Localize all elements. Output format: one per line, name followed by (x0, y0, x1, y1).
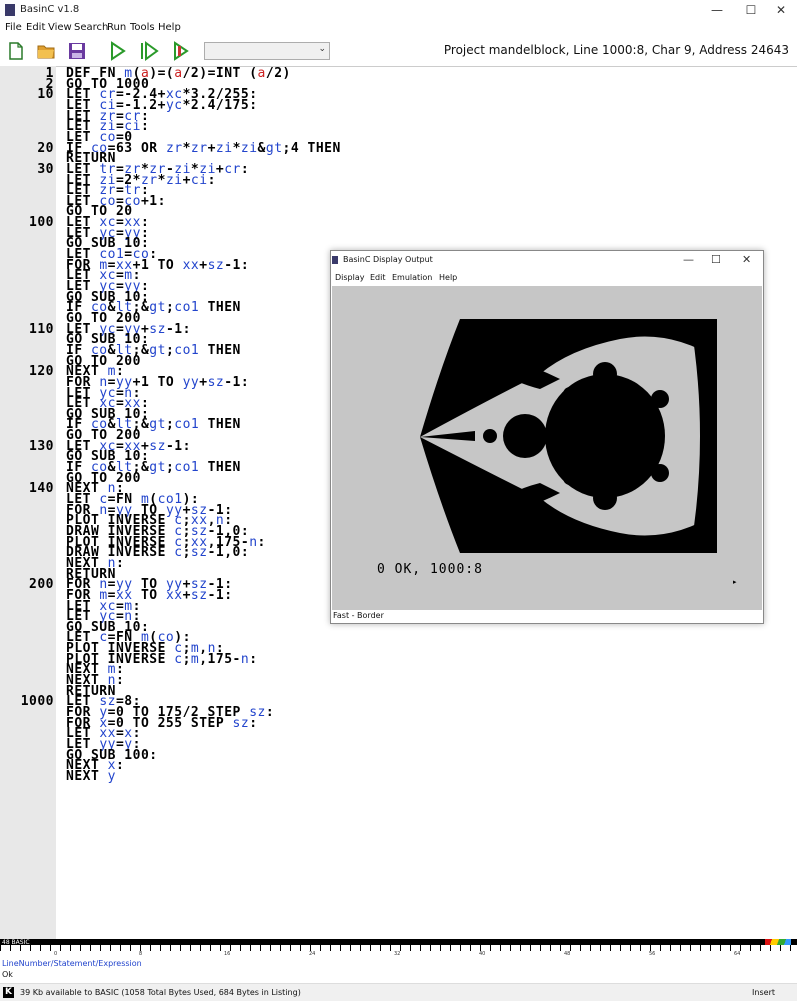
project-info: Project mandelblock, Line 1000:8, Char 9… (443, 43, 789, 57)
display-menu-help[interactable]: Help (439, 273, 457, 282)
app-icon (5, 4, 15, 16)
line-number: 200 (29, 577, 54, 593)
insert-mode: Insert (752, 988, 775, 997)
close-button[interactable]: ✕ (764, 2, 797, 18)
display-menu-emulation[interactable]: Emulation (392, 273, 432, 282)
line-number: 1000 (20, 694, 54, 710)
ruler-number: 0 (54, 951, 58, 957)
menu-bar: File Edit View Search Run Tools Help (0, 20, 797, 36)
step-icon[interactable] (139, 41, 159, 61)
ok-status: Ok (2, 970, 13, 979)
line-number: 140 (29, 481, 54, 497)
ruler-number: 64 (734, 951, 741, 957)
menu-tools[interactable]: Tools (130, 22, 155, 33)
app-icon (332, 256, 338, 264)
syntax-hint: LineNumber/Statement/Expression (2, 959, 142, 968)
spectrum-screen: 0 OK, 1000:8 ▸ (332, 286, 762, 610)
line-number: 30 (37, 161, 54, 177)
ruler-number: 8 (139, 951, 143, 957)
chevron-down-icon: ⌄ (318, 44, 326, 54)
status-bar: K 39 Kb available to BASIC (1058 Total B… (0, 983, 797, 1001)
menu-search[interactable]: Search (74, 22, 108, 33)
menu-view[interactable]: View (48, 22, 72, 33)
menu-run[interactable]: Run (107, 22, 126, 33)
line-number: 110 (29, 321, 54, 337)
run-icon[interactable] (107, 41, 127, 61)
display-menu-display[interactable]: Display (335, 273, 365, 282)
display-maximize-button[interactable]: ☐ (711, 253, 721, 266)
ruler-number: 16 (224, 951, 231, 957)
ruler-number: 24 (309, 951, 316, 957)
line-number: 130 (29, 438, 54, 454)
new-file-icon[interactable] (6, 41, 26, 61)
ruler-number: 48 (564, 951, 571, 957)
line-number: 120 (29, 364, 54, 380)
display-menu-edit[interactable]: Edit (370, 273, 386, 282)
line-number: 100 (29, 215, 54, 231)
save-icon[interactable] (67, 41, 87, 61)
ruler: 48 BASIC 0 8 16 24 32 40 48 56 64 (0, 939, 797, 959)
cursor-mode-badge: K (3, 987, 14, 998)
display-minimize-button[interactable]: — (683, 253, 694, 266)
menu-file[interactable]: File (5, 22, 22, 33)
display-status: Fast - Border (333, 611, 384, 620)
line-number: 20 (37, 140, 54, 156)
code-line[interactable]: NEXT y (66, 770, 116, 783)
combo-box[interactable]: ⌄ (204, 42, 330, 60)
display-output-window[interactable]: BasinC Display Output — ☐ ✕ Display Edit… (330, 250, 764, 624)
screen-report-text: 0 OK, 1000:8 (377, 562, 483, 577)
memory-status: 39 Kb available to BASIC (1058 Total Byt… (20, 988, 301, 997)
debug-icon[interactable] (170, 41, 190, 61)
window-title: BasinC v1.8 (20, 4, 80, 15)
line-number: 10 (37, 87, 54, 103)
display-close-button[interactable]: ✕ (742, 253, 751, 266)
cursor-icon: ▸ (733, 578, 737, 586)
open-folder-icon[interactable] (36, 41, 56, 61)
title-bar: BasinC v1.8 — ☐ ✕ (0, 0, 797, 20)
minimize-button[interactable]: — (700, 2, 734, 18)
maximize-button[interactable]: ☐ (734, 2, 768, 18)
ruler-number: 56 (649, 951, 656, 957)
mandelbrot-image (420, 319, 717, 553)
menu-help[interactable]: Help (158, 22, 181, 33)
display-menu-bar: Display Edit Emulation Help (331, 271, 763, 285)
display-title: BasinC Display Output (343, 255, 433, 264)
menu-edit[interactable]: Edit (26, 22, 45, 33)
ruler-number: 40 (479, 951, 486, 957)
ruler-number: 32 (394, 951, 401, 957)
toolbar: ⌄ Project mandelblock, Line 1000:8, Char… (0, 36, 797, 67)
